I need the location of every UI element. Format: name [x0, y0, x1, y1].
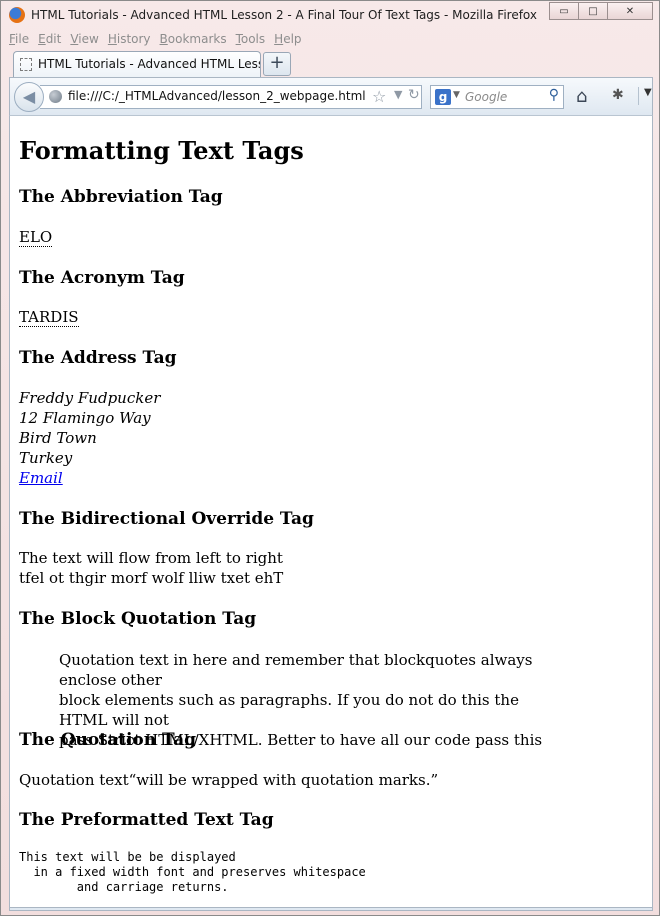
window-title: HTML Tutorials - Advanced HTML Lesson 2 … — [31, 8, 537, 22]
reload-icon[interactable]: ↻ — [408, 87, 420, 103]
menu-help[interactable]: Help — [274, 32, 301, 46]
pre-heading: The Preformatted Text Tag — [19, 810, 274, 830]
browser-window: HTML Tutorials - Advanced HTML Lesson 2 … — [0, 0, 660, 916]
menu-tools[interactable]: Tools — [236, 32, 266, 46]
home-icon: ⌂ — [576, 86, 588, 107]
search-box[interactable]: g ▼ Google ⚲ — [430, 85, 564, 109]
home-button[interactable]: ⌂ — [576, 86, 587, 107]
new-tab-button[interactable]: + — [263, 52, 291, 76]
tab-active[interactable]: HTML Tutorials - Advanced HTML Lesso... — [13, 51, 261, 77]
google-icon[interactable]: g — [435, 89, 451, 105]
abbr-heading: The Abbreviation Tag — [19, 187, 223, 207]
address-line: Freddy Fudpucker — [19, 389, 161, 407]
close-icon: ✕ — [625, 5, 635, 17]
menu-file[interactable]: File — [9, 32, 29, 46]
navigation-toolbar: file:///C:/_HTMLAdvanced/lesson_2_webpag… — [9, 77, 653, 115]
search-engine-dropdown-icon[interactable]: ▼ — [453, 90, 460, 100]
globe-icon — [49, 90, 62, 103]
menu-bar: File Edit View History Bookmarks Tools H… — [9, 32, 302, 46]
back-button[interactable]: ◀ — [14, 82, 44, 112]
bdo-heading: The Bidirectional Override Tag — [19, 509, 314, 529]
maximize-button[interactable]: □ — [578, 2, 608, 20]
tab-strip: HTML Tutorials - Advanced HTML Lesso... … — [1, 51, 659, 77]
maximize-icon: □ — [588, 5, 598, 17]
preformatted-text: This text will be be displayed in a fixe… — [19, 850, 366, 894]
toolbar-menu-dropdown-icon[interactable]: ▼ — [638, 87, 652, 105]
address-line: 12 Flamingo Way — [19, 409, 151, 427]
minimize-button[interactable]: ▭ — [549, 2, 579, 20]
acronym-text: TARDIS — [19, 308, 79, 327]
window-controls: ▭ □ ✕ — [549, 2, 653, 20]
tab-label: HTML Tutorials - Advanced HTML Lesso... — [38, 57, 260, 71]
address-block: Freddy Fudpucker 12 Flamingo Way Bird To… — [19, 388, 160, 488]
menu-edit[interactable]: Edit — [38, 32, 61, 46]
quotation-paragraph: Quotation text“will be wrapped with quot… — [19, 771, 439, 789]
email-link[interactable]: Email — [19, 469, 63, 487]
blockquote-line: block elements such as paragraphs. If yo… — [59, 691, 519, 729]
address-line: Turkey — [19, 449, 73, 467]
menu-history[interactable]: History — [108, 32, 151, 46]
page-content: Formatting Text Tags The Abbreviation Ta… — [9, 115, 653, 909]
url-history-dropdown-icon[interactable]: ▼ — [394, 88, 402, 101]
abbr-text: ELO — [19, 228, 53, 247]
url-bar[interactable]: file:///C:/_HTMLAdvanced/lesson_2_webpag… — [40, 85, 422, 109]
menu-bookmarks[interactable]: Bookmarks — [160, 32, 227, 46]
back-arrow-icon: ◀ — [22, 87, 36, 106]
blockquote-heading: The Block Quotation Tag — [19, 609, 257, 629]
bdo-paragraph: The text will flow from left to right tf… — [19, 548, 283, 588]
url-text: file:///C:/_HTMLAdvanced/lesson_2_webpag… — [68, 89, 366, 103]
search-icon[interactable]: ⚲ — [549, 87, 559, 103]
blockquote-line: Quotation text in here and remember that… — [59, 651, 533, 689]
close-button[interactable]: ✕ — [607, 2, 653, 20]
window-bottom-edge — [9, 907, 653, 911]
address-line: Bird Town — [19, 429, 97, 447]
minimize-icon: ▭ — [559, 5, 569, 17]
page-icon — [20, 58, 32, 71]
abbr-paragraph: ELO — [19, 227, 53, 247]
title-bar[interactable]: HTML Tutorials - Advanced HTML Lesson 2 … — [1, 1, 659, 28]
bdo-rtl-text: tfel ot thgir morf wolf lliw txet ehT — [19, 569, 284, 587]
acronym-heading: The Acronym Tag — [19, 268, 185, 288]
quotation-heading: The Quotation Tag — [19, 730, 196, 750]
bdo-ltr-text: The text will flow from left to right — [19, 549, 283, 567]
address-heading: The Address Tag — [19, 348, 177, 368]
acronym-paragraph: TARDIS — [19, 307, 79, 327]
search-placeholder: Google — [465, 90, 508, 104]
bookmark-star-icon[interactable]: ☆ — [372, 87, 386, 106]
firefox-logo-icon — [9, 7, 25, 23]
page-heading: Formatting Text Tags — [19, 136, 304, 165]
menu-view[interactable]: View — [70, 32, 98, 46]
addon-bug-icon[interactable]: ✱ — [612, 87, 624, 103]
